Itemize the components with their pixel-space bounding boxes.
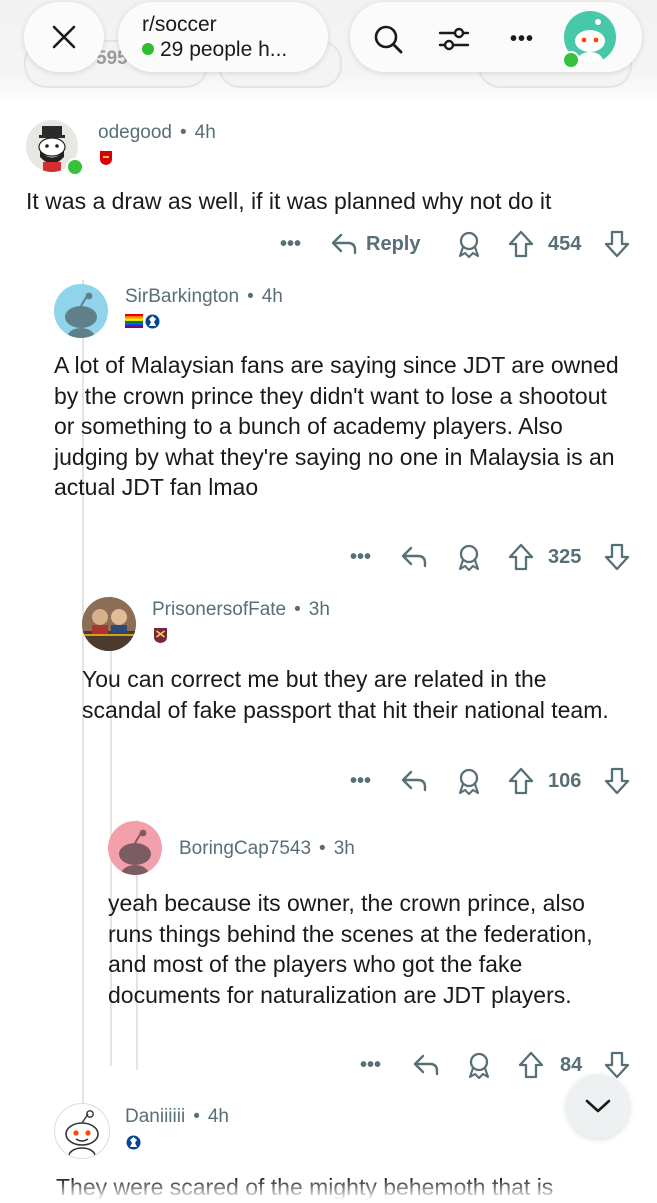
online-status-dot [562,51,580,69]
west-ham-badge-icon [154,628,167,643]
downvote-button[interactable] [604,542,630,572]
more-button[interactable]: ••• [502,19,542,59]
crowd-photo-avatar-icon [82,597,136,651]
collapse-thread-button[interactable] [566,1074,630,1138]
more-options-button[interactable]: ••• [350,766,371,796]
reply-button[interactable] [412,1050,440,1080]
upvote-arrow-icon [508,543,534,571]
upvote-button[interactable] [508,229,534,259]
comment-actions: ••• 325 [0,542,657,572]
comment-author[interactable]: BoringCap7543 • 3h [179,838,355,860]
close-button[interactable] [24,2,104,72]
comment-actions: ••• 106 [0,766,657,796]
more-options-button[interactable]: ••• [350,542,371,572]
online-dot-icon [142,43,154,55]
downvote-button[interactable] [604,229,630,259]
award-icon [458,231,480,258]
upvote-button[interactable] [508,542,534,572]
award-icon [468,1052,490,1079]
chevron-down-icon [585,1099,611,1113]
snoo-avatar-icon [119,829,151,875]
upvote-arrow-icon [508,767,534,795]
reply-button[interactable] [400,542,428,572]
search-icon [374,25,403,54]
upvote-button[interactable] [508,766,534,796]
vote-score: 454 [548,232,582,255]
upvote-arrow-icon [518,1051,544,1079]
upvote-button[interactable] [518,1050,544,1080]
comment-body: A lot of Malaysian fans are saying since… [54,352,619,500]
reply-arrow-icon [413,1054,439,1076]
comment-author[interactable]: odegood • 4h [98,122,216,144]
comment-author[interactable]: Daniiiiii • 4h [125,1106,229,1128]
chelsea-badge-icon [145,314,160,329]
upvote-arrow-icon [508,230,534,258]
top-bar: 595 r/soccer 29 people h... ••• [0,0,657,104]
award-button[interactable] [456,542,482,572]
reply-arrow-icon [331,233,357,255]
vote-score: 106 [548,769,582,792]
downvote-arrow-icon [604,230,630,258]
avatar[interactable] [54,1103,110,1159]
chelsea-badge-icon [126,1135,141,1150]
downvote-arrow-icon [604,767,630,795]
comment-actions: ••• Reply 454 [0,229,657,259]
reply-button[interactable] [400,766,428,796]
comment-body: It was a draw as well, if it was planned… [26,188,552,214]
award-button[interactable] [456,766,482,796]
filter-button[interactable] [434,19,474,59]
comment-body: yeah because its owner, the crown prince… [108,890,593,1008]
close-icon [52,25,76,49]
avatar[interactable] [82,597,136,651]
search-button[interactable] [368,19,408,59]
online-status-dot [66,158,84,176]
more-options-button[interactable]: ••• [360,1050,381,1080]
award-icon [458,768,480,795]
comment-author[interactable]: SirBarkington • 4h [125,286,283,308]
online-count: 29 people h... [142,38,287,62]
snoo-avatar-icon [65,1110,99,1158]
bottom-fade [0,1178,657,1200]
award-button[interactable] [456,229,482,259]
downvote-arrow-icon [604,543,630,571]
vote-score: 84 [560,1053,583,1076]
downvote-button[interactable] [604,766,630,796]
sliders-icon [438,27,470,51]
subreddit-pill[interactable]: r/soccer 29 people h... [118,2,328,72]
reply-arrow-icon [401,770,427,792]
arsenal-badge-icon [100,151,112,165]
more-options-button[interactable]: ••• [280,229,301,259]
subreddit-name: r/soccer [142,13,217,36]
comment-author[interactable]: PrisonersofFate • 3h [152,599,330,621]
reply-arrow-icon [401,546,427,568]
vote-score: 325 [548,545,582,568]
snoo-avatar-icon [65,292,97,338]
award-icon [458,544,480,571]
header-actions: ••• [350,2,642,72]
avatar[interactable] [54,284,108,338]
pride-flag-icon [125,314,143,328]
avatar[interactable] [108,821,162,875]
reply-button[interactable]: Reply [330,229,420,259]
comment-actions: ••• 84 [0,1050,657,1080]
award-button[interactable] [466,1050,492,1080]
comment-body: You can correct me but they are related … [82,666,609,723]
